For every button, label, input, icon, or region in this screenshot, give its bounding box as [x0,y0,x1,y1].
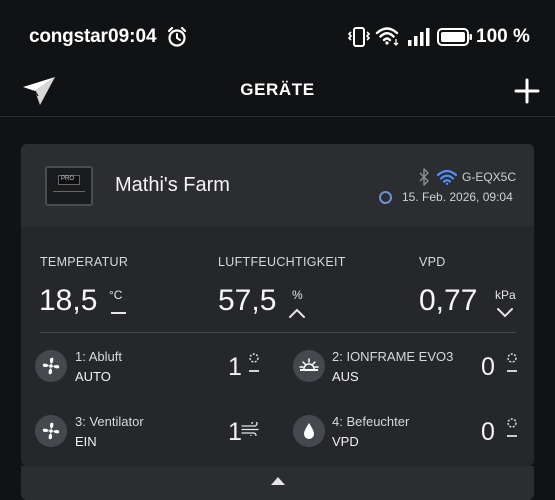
last-update-timestamp: 15. Feb. 2026, 09:04 [402,190,513,204]
wifi-connected-icon [437,169,457,185]
device-card[interactable]: PRO Mathi's Farm G-EQX5C 15. Feb. 2026, … [21,144,534,466]
carrier-name: congstar [29,26,108,47]
port-4-auto-mode-icon [507,418,517,437]
port-1-auto-mode-icon [249,353,259,372]
port-3-wind-icon [241,422,259,436]
port-1-name: 1: Abluft [75,349,122,364]
device-id: G-EQX5C [462,170,517,184]
clock: 09:04 [108,26,157,47]
humidity-unit: % [292,288,303,302]
port-1-mode: AUTO [75,369,111,384]
battery-percent: 100 % [476,26,530,47]
port-4-name: 4: Befeuchter [332,414,410,429]
port-4-level[interactable]: 0 [481,418,495,447]
port-3-fan-icon [35,415,67,447]
header-divider [0,116,555,117]
chevron-down-icon [497,308,513,318]
port-3-mode: EIN [75,434,97,449]
battery-icon [437,28,472,46]
cell-signal-icon [408,28,430,46]
metrics-divider [40,332,516,333]
vpd-label: VPD [419,255,446,269]
status-bar: congstar 09:04 100 % [0,0,555,70]
port-4-mode: VPD [332,434,359,449]
temperature-unit: °C [109,288,123,302]
page-title: GERÄTE [240,80,315,99]
port-2-name: 2: IONFRAME EVO3 [332,349,454,364]
port-1-level[interactable]: 1 [228,353,242,382]
port-2-auto-mode-icon [507,353,517,372]
port-3-name: 3: Ventilator [75,414,144,429]
port-2-grow-light-icon [293,350,325,382]
expand-card-bar[interactable] [21,466,534,500]
port-3-level[interactable]: 1 [228,418,242,447]
wifi-icon [375,27,399,46]
expand-up-icon[interactable] [270,476,286,486]
temperature-value[interactable]: 18,5 [39,284,97,318]
humidity-value[interactable]: 57,5 [218,284,276,318]
bluetooth-icon [419,168,429,186]
chevron-up-icon [289,308,305,318]
device-name: Mathi's Farm [115,174,230,196]
thumb-label: PRO [61,176,75,182]
alarm-icon [167,26,187,47]
sync-status-icon [379,191,392,204]
port-4-water-drop-icon [293,415,325,447]
controller-thumbnail: PRO [45,166,93,206]
port-1-fan-icon [35,350,67,382]
add-device-button[interactable] [514,78,540,104]
app-header: GERÄTE [0,70,555,114]
vibrate-icon [348,27,370,47]
vpd-value[interactable]: 0,77 [419,284,477,318]
device-card-header[interactable]: PRO Mathi's Farm G-EQX5C 15. Feb. 2026, … [21,144,534,226]
vpd-unit: kPa [495,288,516,302]
temperature-trend-flat-icon [111,312,126,314]
port-2-level[interactable]: 0 [481,353,495,382]
humidity-label: LUFTFEUCHTIGKEIT [218,255,346,269]
port-2-mode: AUS [332,369,359,384]
temperature-label: TEMPERATUR [40,255,129,269]
